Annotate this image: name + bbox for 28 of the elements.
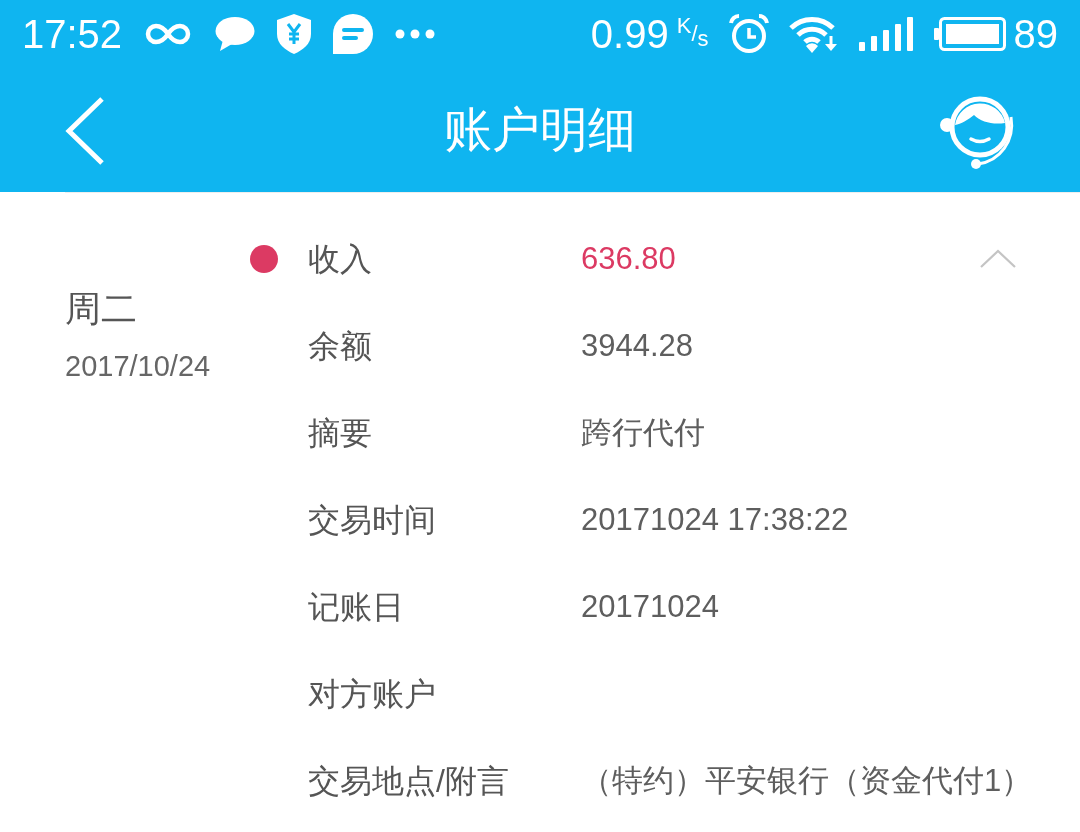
field-label: 记账日: [308, 587, 405, 627]
field-value: （特约）平安银行（资金代付1）: [581, 761, 1033, 800]
field-value: 跨行代付: [581, 413, 705, 452]
chat-bubble-icon: [333, 14, 374, 54]
speech-bubble-icon: [215, 16, 256, 52]
field-label: 交易时间: [308, 500, 437, 540]
clock-time: 17:52: [22, 12, 123, 56]
field-label: 摘要: [308, 413, 373, 453]
signal-bars-icon: [858, 17, 914, 51]
amount-value: 636.80: [581, 239, 676, 278]
chevron-left-icon[interactable]: [64, 96, 106, 166]
field-label: 收入: [308, 239, 373, 279]
field-label: 对方账户: [308, 674, 437, 714]
network-speed: 0.99: [590, 12, 669, 56]
page-title: 账户明细: [444, 102, 636, 158]
battery-icon: [933, 17, 1006, 51]
field-label: 交易地点/附言: [308, 761, 510, 801]
battery-percent: 89: [1013, 12, 1058, 56]
field-value: 20171024 17:38:22: [581, 500, 849, 539]
more-dots-icon: [395, 29, 436, 39]
field-value: 3944.28: [581, 326, 694, 365]
wifi-download-icon: [788, 15, 839, 53]
date-label: 2017/10/24: [65, 349, 212, 383]
field-value: 20171024: [581, 587, 719, 626]
shield-yen-icon: [277, 14, 312, 54]
weekday-label: 周二: [65, 289, 138, 329]
alarm-clock-icon: [728, 14, 769, 54]
field-label: 余额: [308, 326, 373, 366]
